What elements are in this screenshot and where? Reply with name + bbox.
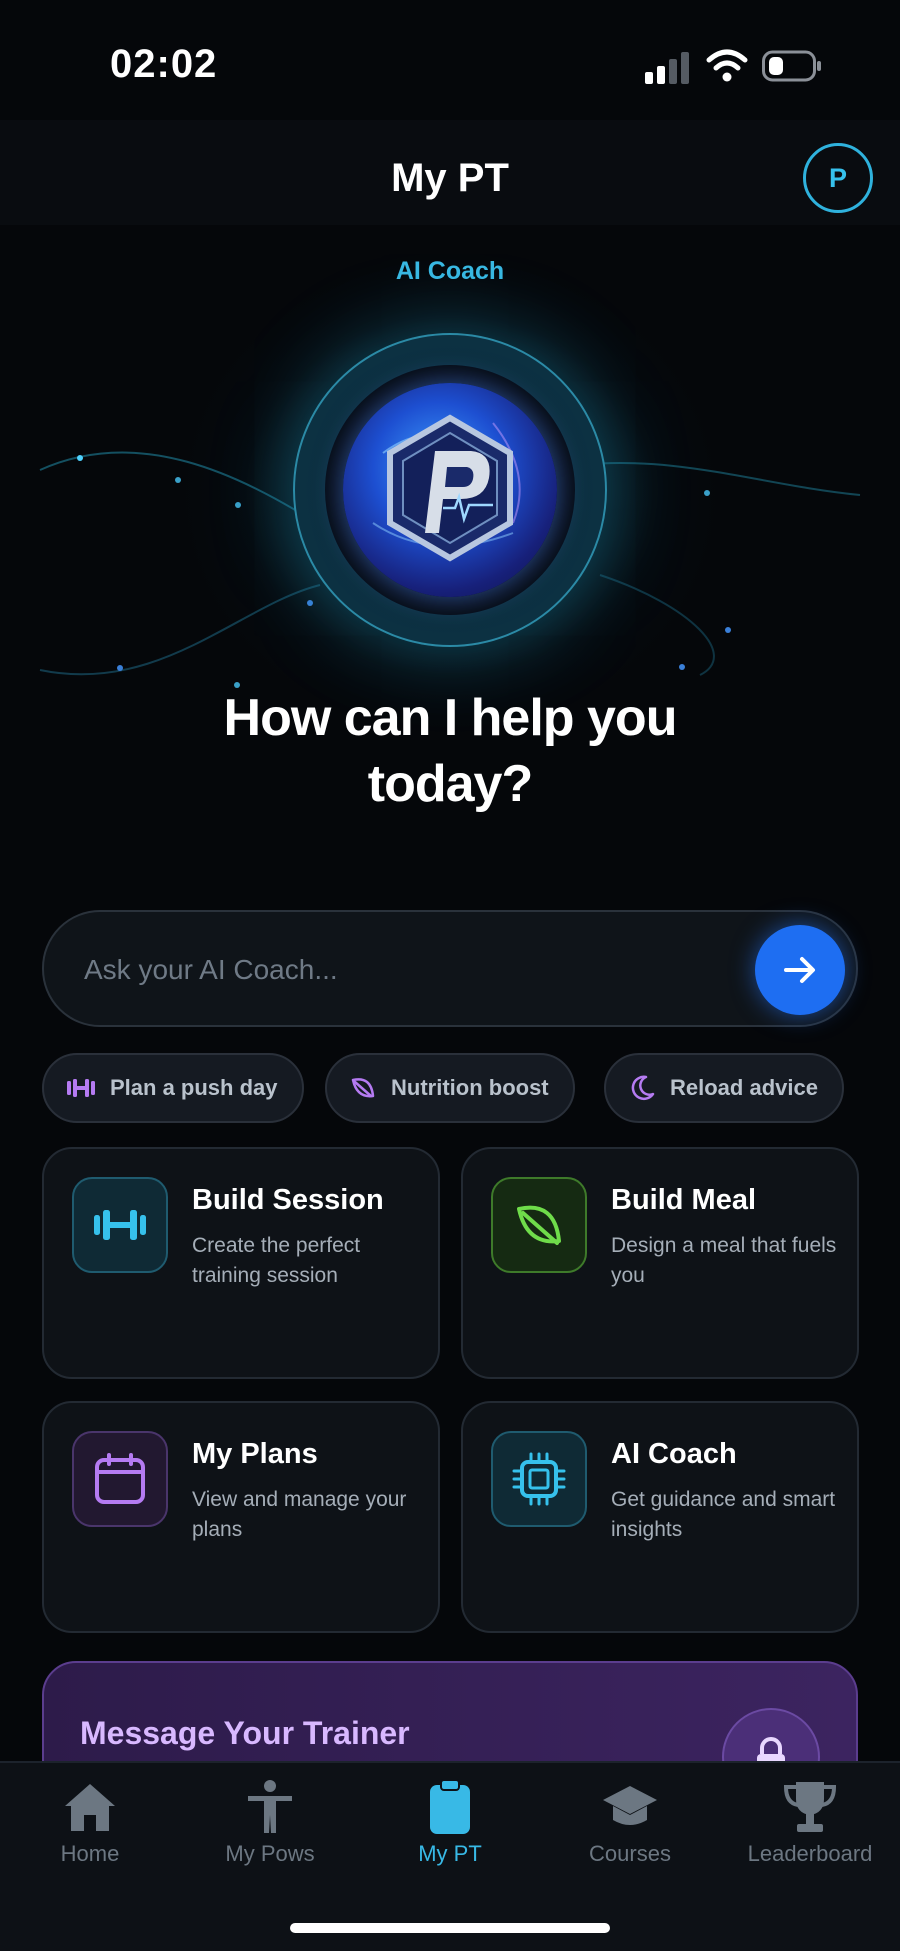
leaf-icon [351,1078,375,1098]
hero-label: AI Coach [395,257,505,285]
graduation-cap-icon [603,1786,657,1825]
hero-section: AI Coach How can I help you today? [0,225,900,825]
card-icon-container [72,1177,168,1273]
cellular-signal-icon [645,52,689,84]
avatar[interactable]: P [803,143,873,213]
page-title: My PT [391,156,509,200]
dumbbell-icon [67,1079,95,1097]
card-description: Create the perfect training session [192,1234,361,1287]
chip-label: Nutrition boost [391,1075,549,1100]
card-ai-coach[interactable]: AI Coach Get guidance and smart insights [461,1401,859,1633]
arrow-right-icon [784,957,815,983]
battery-icon [762,50,821,82]
tab-label: Leaderboard [747,1841,873,1866]
status-time: 02:02 [110,42,218,86]
tab-home[interactable]: Home [0,1777,180,1877]
tab-label: Courses [589,1841,671,1866]
card-title: Build Session [192,1184,384,1216]
send-button[interactable] [755,925,845,1015]
wifi-icon [706,49,748,82]
chip-reload-advice[interactable]: Reload advice [604,1053,844,1123]
chip-label: Reload advice [670,1075,818,1100]
card-description: View and manage your plans [192,1488,407,1541]
card-description: Get guidance and smart insights [611,1488,836,1541]
ask-bar [42,910,858,1027]
card-icon-container [72,1431,168,1527]
chip-plan-push-day[interactable]: Plan a push day [42,1053,304,1123]
person-icon [248,1780,292,1833]
tab-label: My Pows [225,1841,315,1866]
ask-input[interactable] [84,942,724,998]
status-bar: 02:02 [0,0,900,120]
chip-label: Plan a push day [110,1075,278,1100]
calendar-icon [95,1453,145,1504]
tab-courses[interactable]: Courses [540,1777,720,1877]
moon-icon [631,1075,655,1101]
chip-nutrition-boost[interactable]: Nutrition boost [325,1053,575,1123]
tab-my-pt[interactable]: My PT [360,1777,540,1877]
card-my-plans[interactable]: My Plans View and manage your plans [42,1401,440,1633]
tab-bar: Home My Pows My PT Courses Leaderboard [0,1761,900,1951]
tab-label: Home [60,1841,120,1866]
tab-my-pows[interactable]: My Pows [180,1777,360,1877]
ai-coach-orb[interactable] [293,333,607,647]
card-description: Design a meal that fuels you [611,1234,837,1287]
hero-heading: How can I help you today? [0,685,900,817]
brand-logo-icon [372,414,521,562]
tab-label: My PT [418,1841,482,1866]
card-build-meal[interactable]: Build Meal Design a meal that fuels you [461,1147,859,1379]
dumbbell-icon [94,1210,146,1240]
card-title: My Plans [192,1438,318,1470]
home-icon [65,1784,115,1831]
leaf-icon [517,1205,561,1245]
trophy-icon [783,1782,837,1832]
card-build-session[interactable]: Build Session Create the perfect trainin… [42,1147,440,1379]
hero-heading-line-1: How can I help you [223,689,678,747]
card-title: Build Meal [611,1184,757,1216]
card-icon-container [491,1177,587,1273]
hero-heading-line-2: today? [367,755,533,813]
chip-icon [512,1452,566,1506]
card-icon-container [491,1431,587,1527]
card-title: AI Coach [611,1438,737,1470]
clipboard-icon [430,1779,470,1834]
app-header: My PT P [0,120,900,225]
trainer-title: Message Your Trainer [80,1715,410,1751]
tab-leaderboard[interactable]: Leaderboard [720,1777,900,1877]
home-indicator[interactable] [290,1923,610,1933]
